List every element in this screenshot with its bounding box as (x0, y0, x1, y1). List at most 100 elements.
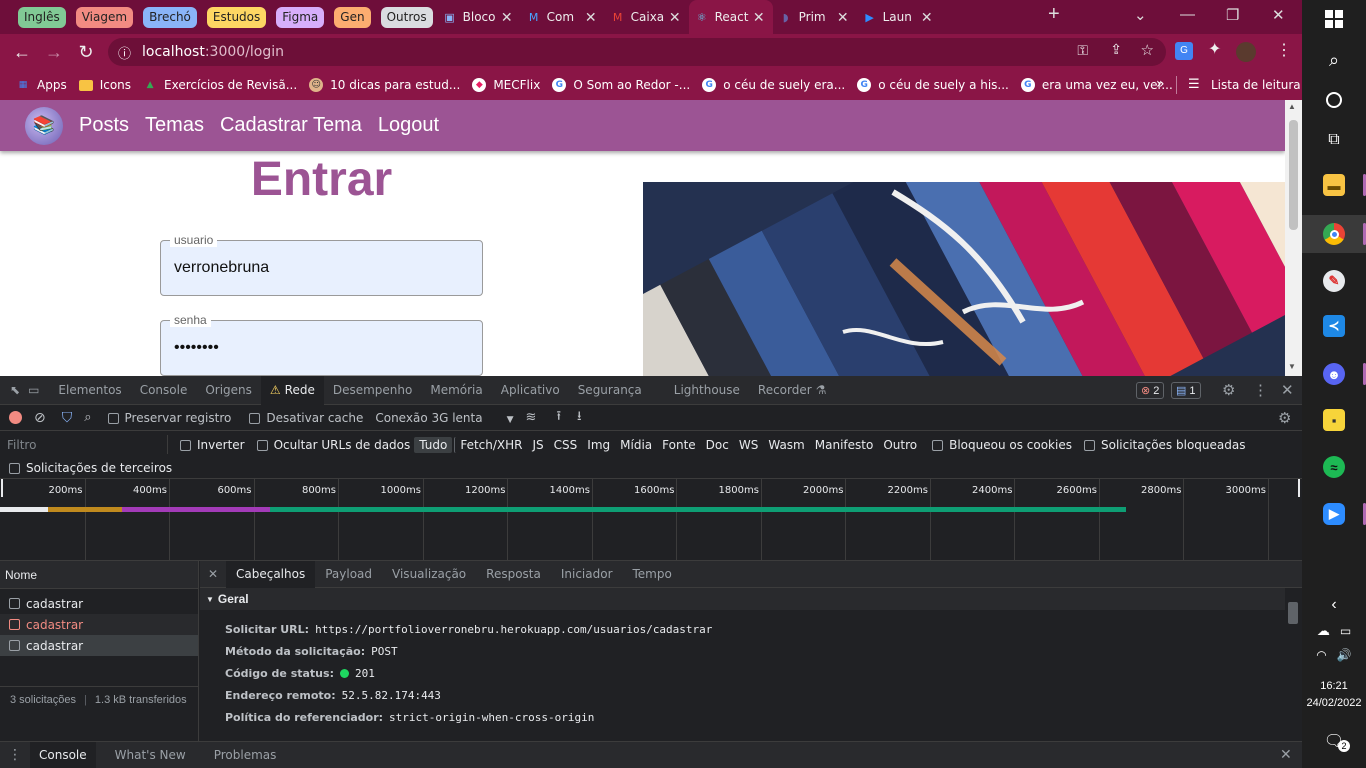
clock-date[interactable]: 24/02/2022 (1302, 697, 1366, 709)
browser-tab-1[interactable]: M Com ✕ (521, 0, 605, 34)
close-detail-icon[interactable]: ✕ (200, 567, 226, 581)
filter-input[interactable]: Filtro (0, 435, 168, 454)
type-filter-doc[interactable]: Doc (701, 437, 734, 453)
devtools-tab-recorder[interactable]: Recorder ⚗ (749, 376, 836, 405)
browser-tab-5[interactable]: ▶ Laun ✕ (857, 0, 941, 34)
type-filter-ws[interactable]: WS (734, 437, 763, 453)
disable-cache-checkbox[interactable]: Desativar cache (249, 411, 363, 425)
request-row[interactable]: cadastrar (0, 614, 198, 635)
invert-checkbox[interactable]: Inverter (180, 438, 245, 452)
devtools-tab-memória[interactable]: Memória (421, 376, 491, 405)
start-button[interactable] (1302, 0, 1366, 38)
browser-tab-2[interactable]: M Caixa ✕ (605, 0, 689, 34)
bookmark-item[interactable]: Go céu de suely era... (702, 78, 845, 92)
drawer-tab-console[interactable]: Console (30, 742, 96, 768)
reading-list-button[interactable]: Lista de leitura (1211, 78, 1301, 92)
zoom-icon[interactable]: ▶ (1302, 495, 1366, 533)
menu-kebab-icon[interactable]: ⋮ (1276, 40, 1292, 60)
devtools-tab-elementos[interactable]: Elementos (49, 376, 130, 405)
devtools-tab-segurança[interactable]: Segurança (569, 376, 651, 405)
translate-extension-icon[interactable]: G (1175, 42, 1193, 60)
name-column-header[interactable]: Nome (0, 561, 198, 589)
drawer-close-icon[interactable]: ✕ (1280, 747, 1292, 763)
cortana-icon[interactable] (1302, 81, 1366, 119)
page-scrollbar[interactable]: ▲ ▼ (1285, 100, 1302, 376)
bookmark-star-icon[interactable]: ☆ (1141, 41, 1154, 59)
app-logo[interactable]: 📚 (25, 106, 63, 145)
hide-data-urls-checkbox[interactable]: Ocultar URLs de dados (256, 438, 410, 452)
tab-group-outros[interactable]: Outros (380, 6, 433, 28)
devtools-close-icon[interactable]: ✕ (1281, 381, 1294, 399)
tab-group-brechó[interactable]: Brechó (143, 6, 197, 28)
tab-group-estudos[interactable]: Estudos (206, 6, 267, 28)
nav-link-logout[interactable]: Logout (378, 114, 439, 137)
bookmark-item[interactable]: ▲ Exercícios de Revisã... (143, 78, 298, 92)
username-field[interactable]: usuario verronebruna (160, 233, 483, 296)
close-window-button[interactable]: ✕ (1272, 6, 1285, 24)
request-row[interactable]: cadastrar (0, 635, 198, 656)
address-bar[interactable]: ⓘ localhost:3000/login ⚿ ⇪ ☆ (108, 38, 1166, 66)
clear-icon[interactable]: ⊘ (34, 410, 46, 426)
profile-avatar[interactable] (1236, 42, 1256, 62)
detail-tab-resposta[interactable]: Resposta (476, 561, 551, 588)
vscode-icon[interactable]: ≺ (1302, 307, 1366, 345)
preserve-log-checkbox[interactable]: Preservar registro (107, 411, 231, 425)
export-har-icon[interactable]: ⭳ (577, 407, 582, 429)
file-explorer-icon[interactable]: ▬ (1302, 166, 1366, 204)
bookmark-item[interactable]: ◆ MECFlix (472, 78, 540, 92)
tab-group-gen[interactable]: Gen (334, 6, 371, 28)
nav-link-temas[interactable]: Temas (145, 114, 204, 137)
close-tab-icon[interactable]: ✕ (753, 10, 765, 26)
network-settings-icon[interactable]: ⚙ (1278, 409, 1291, 427)
forward-icon[interactable]: → (38, 42, 70, 63)
minimize-button[interactable]: — (1180, 6, 1195, 23)
third-party-checkbox[interactable]: Solicitações de terceiros (9, 461, 172, 475)
devtools-tab-origens[interactable]: Origens (196, 376, 261, 405)
new-tab-button[interactable]: + (1048, 3, 1060, 26)
type-filter-outro[interactable]: Outro (878, 437, 922, 453)
filter-icon[interactable]: ⛉ (62, 410, 73, 426)
bookmark-item[interactable]: Gera uma vez eu, ver... (1020, 78, 1173, 92)
type-filter-manifesto[interactable]: Manifesto (810, 437, 879, 453)
devtools-tab-lighthouse[interactable]: Lighthouse (665, 376, 749, 405)
close-tab-icon[interactable]: ✕ (501, 10, 513, 26)
wifi-icon[interactable]: ◠ (1316, 648, 1326, 662)
device-toolbar-icon[interactable]: ▭ (24, 376, 49, 405)
devtools-settings-icon[interactable]: ⚙ (1222, 381, 1235, 399)
type-filter-fonte[interactable]: Fonte (657, 437, 701, 453)
reading-list-icon[interactable]: ☰ (1188, 77, 1200, 92)
browser-tab-3[interactable]: ⚛ React ✕ (688, 0, 773, 34)
nav-link-posts[interactable]: Posts (79, 114, 129, 137)
bookmark-item[interactable]: Go céu de suely a his... (857, 78, 1009, 92)
extensions-puzzle-icon[interactable]: ✦ (1208, 39, 1221, 59)
request-row[interactable]: cadastrar (0, 593, 198, 614)
detail-tab-visualizao[interactable]: Visualização (382, 561, 476, 588)
general-section-header[interactable]: ▼ Geral (200, 588, 1285, 610)
tab-group-viagem[interactable]: Viagem (75, 6, 134, 28)
volume-icon[interactable]: 🔊 (1337, 648, 1352, 662)
bookmark-item[interactable]: ▦ Apps (16, 78, 67, 92)
password-field[interactable]: senha •••••••• (160, 313, 483, 376)
page-scrollbar-thumb[interactable] (1289, 120, 1298, 230)
sticky-notes-icon[interactable]: ▪ (1302, 401, 1366, 439)
network-conditions-icon[interactable]: ≋ (526, 410, 537, 425)
drawer-tab-whatsnew[interactable]: What's New (106, 742, 195, 768)
devtools-tab-rede[interactable]: ⚠ Rede (260, 375, 324, 405)
type-filter-wasm[interactable]: Wasm (763, 437, 809, 453)
detail-tab-iniciador[interactable]: Iniciador (551, 561, 623, 588)
search-icon[interactable]: ⌕ (84, 410, 91, 425)
back-icon[interactable]: ← (6, 42, 38, 63)
detail-tab-tempo[interactable]: Tempo (623, 561, 682, 588)
taskbar-search-icon[interactable]: ⌕ (1302, 41, 1366, 79)
paint-icon[interactable]: ✎ (1302, 262, 1366, 300)
devtools-tab-console[interactable]: Console (131, 376, 197, 405)
detail-scrollbar-thumb[interactable] (1288, 602, 1298, 624)
action-center-icon[interactable]: 🗨 2 (1302, 722, 1366, 760)
timeline-end-handle[interactable] (1298, 479, 1300, 497)
type-filter-css[interactable]: CSS (549, 437, 583, 453)
type-filter-img[interactable]: Img (582, 437, 615, 453)
devtools-tab-aplicativo[interactable]: Aplicativo (492, 376, 569, 405)
errors-badge[interactable]: ⊗ 2 (1136, 382, 1165, 399)
bookmark-item[interactable]: G O Som ao Redor -... (552, 78, 690, 92)
detail-tab-cabealhos[interactable]: Cabeçalhos (226, 560, 316, 588)
